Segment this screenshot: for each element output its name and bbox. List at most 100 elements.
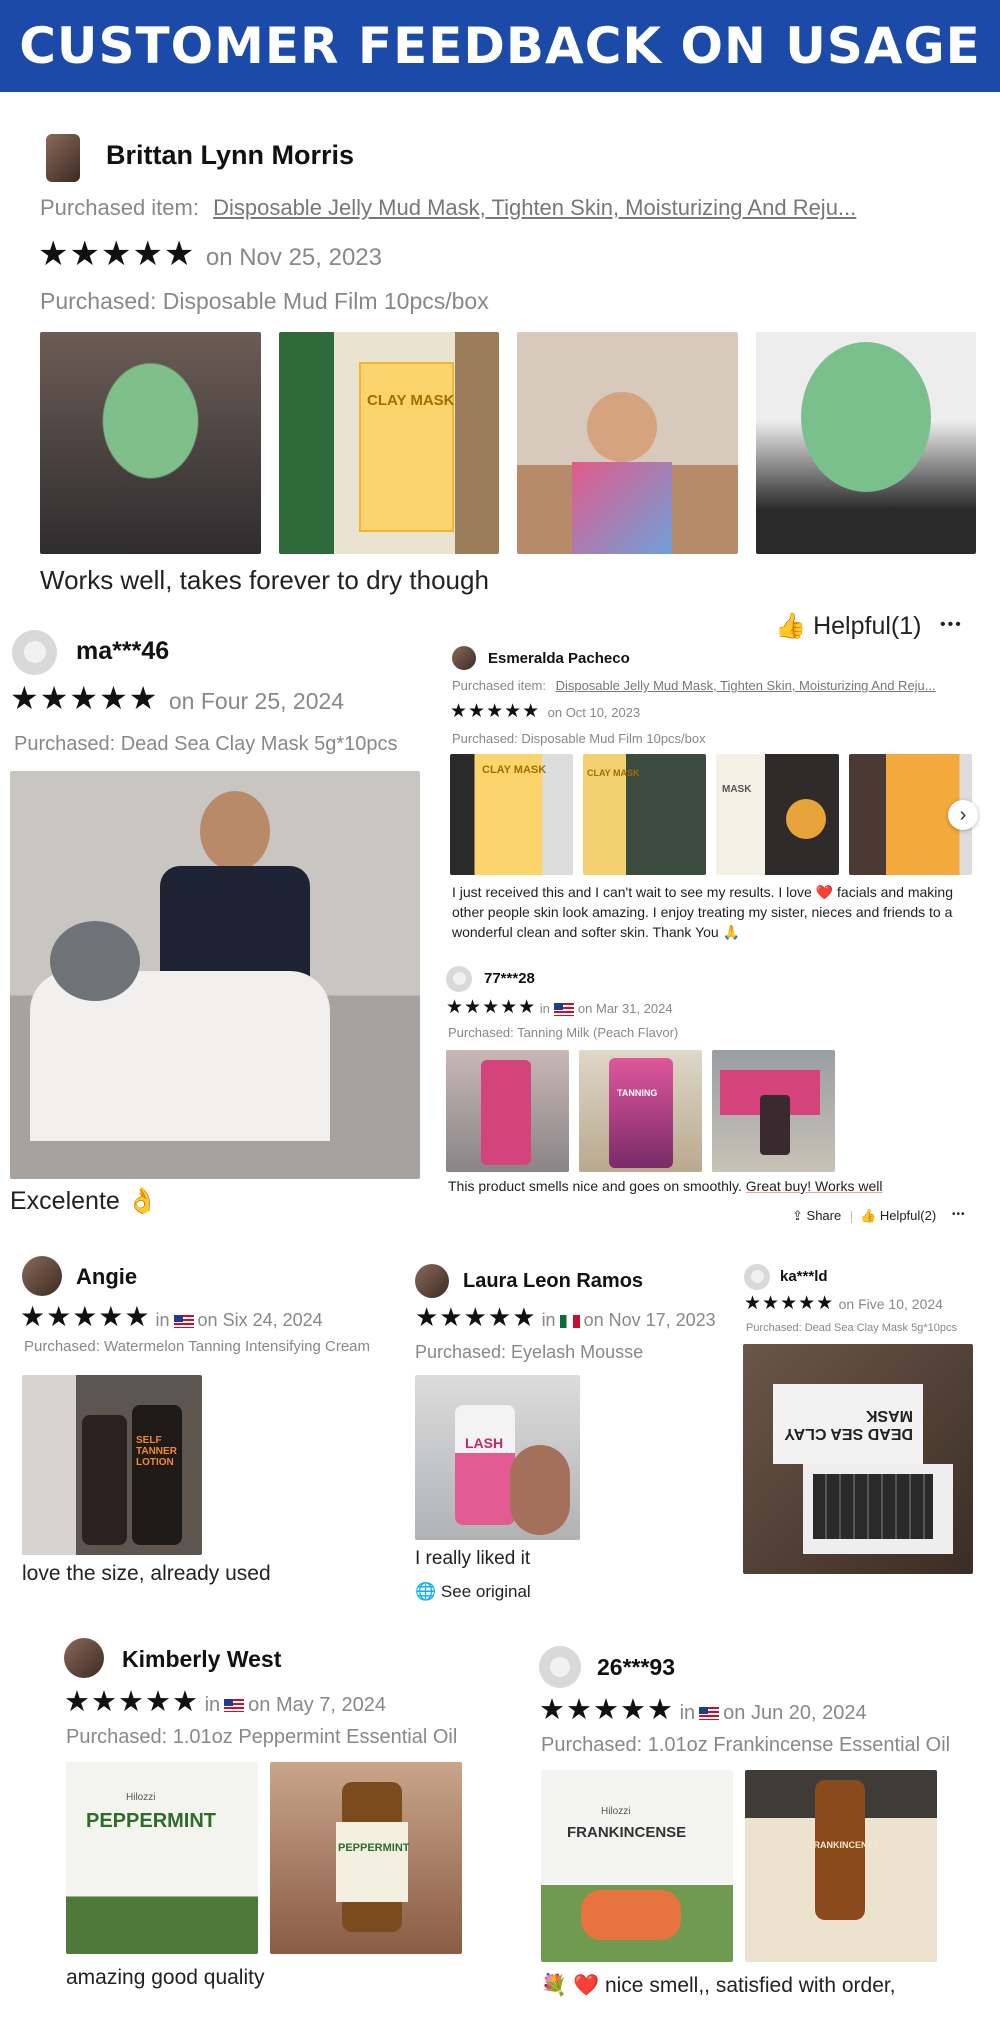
review-photo-1[interactable]: CLAY MASK	[450, 754, 573, 875]
review-comment: This product smells nice and goes on smo…	[448, 1178, 882, 1194]
review-photo-2[interactable]: FRANKINCENSE	[745, 1770, 937, 1962]
avatar[interactable]	[46, 134, 80, 182]
review-photo-1[interactable]	[40, 332, 261, 554]
review-comment-text: This product smells nice and goes on smo…	[448, 1178, 742, 1194]
review-photo[interactable]: DEAD SEA CLAY MASK	[743, 1344, 973, 1574]
star-rating: ★★★★★	[64, 1686, 199, 1718]
avatar[interactable]	[64, 1638, 104, 1678]
review-photo-2[interactable]: TANNING	[579, 1050, 702, 1172]
review-photo[interactable]: LASH	[415, 1375, 580, 1540]
purchased-variant: Purchased: Disposable Mud Film 10pcs/box	[452, 731, 706, 746]
purchased-variant: Purchased: 1.01oz Peppermint Essential O…	[66, 1726, 458, 1748]
review-photo-3[interactable]: MASK	[716, 754, 839, 875]
us-flag-icon	[173, 1314, 194, 1328]
review-comment: 💐 ❤️ nice smell,, satisfied with order,	[541, 1974, 896, 1997]
purchased-variant: Purchased: Disposable Mud Film 10pcs/box	[40, 288, 489, 314]
reviewer-name[interactable]: Esmeralda Pacheco	[488, 650, 630, 667]
purchased-item-label: Purchased item:	[40, 195, 199, 220]
review-photo[interactable]	[10, 771, 420, 1179]
review-date: on May 7, 2024	[248, 1694, 387, 1716]
review-photo-4[interactable]	[756, 332, 976, 554]
reviewer-name[interactable]: Brittan Lynn Morris	[106, 140, 354, 171]
review-card-3: Esmeralda Pacheco Purchased item: Dispos…	[440, 640, 1000, 940]
review-photo-3[interactable]	[517, 332, 738, 554]
avatar[interactable]	[446, 966, 472, 992]
review-photo-2[interactable]: CLAY MASK	[279, 332, 499, 554]
country-prefix: in	[204, 1694, 221, 1716]
review-comment: amazing good quality	[66, 1966, 265, 1989]
review-card-5: Angie ★★★★★ in on Six 24, 2024 Purchased:…	[0, 1250, 410, 1600]
review-photo-2[interactable]: CLAY MASK	[583, 754, 706, 875]
thumbs-up-icon: 👍	[860, 1208, 877, 1223]
us-flag-icon	[553, 1003, 574, 1017]
review-photo-1[interactable]: Hilozzi PEPPERMINT	[66, 1762, 258, 1954]
product-label: CLAY MASK	[587, 768, 640, 778]
country-prefix: in	[155, 1310, 170, 1330]
share-label: Share	[806, 1208, 842, 1223]
review-photo-3[interactable]	[712, 1050, 835, 1172]
thumbs-up-icon: 👍	[775, 612, 807, 640]
review-photo[interactable]: SELF TANNER LOTION	[22, 1375, 202, 1555]
rating-row: ★★★★★ in on Mar 31, 2024	[446, 996, 673, 1019]
page-banner: CUSTOMER FEEDBACK ON USAGE	[0, 0, 1000, 92]
country-prefix: in	[679, 1702, 696, 1724]
purchased-item-label: Purchased item:	[452, 678, 546, 693]
star-rating: ★★★★★	[539, 1694, 674, 1726]
product-label: LASH	[465, 1435, 504, 1451]
reviewer-name[interactable]: 26***93	[597, 1654, 675, 1681]
avatar[interactable]	[415, 1264, 449, 1298]
star-rating: ★★★★★	[744, 1293, 835, 1314]
rating-row: ★★★★★ in on Nov 17, 2023	[415, 1302, 716, 1333]
star-rating: ★★★★★	[450, 701, 541, 722]
rating-row: ★★★★★ in on May 7, 2024	[64, 1684, 386, 1719]
review-card-4: 77***28 ★★★★★ in on Mar 31, 2024 Purchase…	[440, 960, 1000, 1230]
banner-title: CUSTOMER FEEDBACK ON USAGE	[19, 17, 981, 75]
product-label-2: FRANKINCENSE	[808, 1840, 880, 1850]
reviewer-name[interactable]: ka***ld	[780, 1268, 828, 1285]
review-date: on Oct 10, 2023	[547, 705, 641, 720]
review-card-8: Kimberly West ★★★★★ in on May 7, 2024 Pur…	[60, 1632, 510, 2012]
brand-label: Hilozzi	[601, 1806, 631, 1817]
avatar[interactable]	[744, 1264, 770, 1290]
review-comment: I just received this and I can't wait to…	[452, 884, 953, 940]
avatar[interactable]	[539, 1646, 581, 1688]
review-card-2: ma***46 ★★★★★ on Four 25, 2024 Purchased…	[0, 625, 430, 1225]
review-date: on Five 10, 2024	[838, 1296, 943, 1312]
chevron-right-icon: ›	[959, 804, 967, 826]
purchased-variant: Purchased: Dead Sea Clay Mask 5g*10pcs	[746, 1322, 957, 1334]
share-button[interactable]: ⇪ Share	[792, 1208, 841, 1224]
avatar[interactable]	[22, 1256, 62, 1296]
helpful-button[interactable]: 👍 Helpful(2)	[860, 1208, 936, 1224]
helpful-count: Helpful(1)	[813, 612, 922, 640]
review-comment: Excelente 👌	[10, 1187, 158, 1215]
us-flag-icon	[699, 1707, 720, 1721]
star-rating: ★★★★★	[38, 235, 196, 273]
review-comment: Works well, takes forever to dry though	[40, 565, 489, 595]
purchased-variant: Purchased: Tanning Milk (Peach Flavor)	[448, 1025, 679, 1040]
more-options-icon[interactable]: •••	[952, 1209, 966, 1220]
reviewer-name[interactable]: Kimberly West	[122, 1646, 281, 1673]
purchased-variant: Purchased: Watermelon Tanning Intensifyi…	[24, 1338, 371, 1355]
avatar[interactable]	[12, 630, 57, 675]
mexico-flag-icon	[559, 1314, 580, 1328]
purchased-item-link[interactable]: Disposable Jelly Mud Mask, Tighten Skin,…	[556, 678, 936, 693]
avatar[interactable]	[452, 646, 476, 670]
review-photo-2[interactable]: PEPPERMINT	[270, 1762, 462, 1954]
reviewer-name[interactable]: Laura Leon Ramos	[463, 1270, 643, 1293]
review-date: on Four 25, 2024	[168, 688, 345, 714]
purchased-item-link[interactable]: Disposable Jelly Mud Mask, Tighten Skin,…	[213, 195, 856, 220]
review-photo-1[interactable]	[446, 1050, 569, 1172]
reviewer-name[interactable]: 77***28	[484, 970, 535, 987]
review-comment-highlight: Great buy! Works well	[745, 1178, 883, 1194]
review-date: on Jun 20, 2024	[723, 1702, 867, 1724]
product-label: TANNING	[617, 1088, 658, 1098]
helpful-button[interactable]: 👍 Helpful(1)	[775, 612, 921, 641]
review-comment: I really liked it	[415, 1548, 531, 1569]
product-label: DEAD SEA CLAY MASK	[784, 1407, 913, 1442]
reviewer-name[interactable]: ma***46	[76, 637, 169, 666]
next-arrow-button[interactable]: ›	[948, 800, 978, 830]
see-original-link[interactable]: 🌐 See original	[415, 1582, 531, 1602]
review-photo-1[interactable]: Hilozzi FRANKINCENSE	[541, 1770, 733, 1962]
more-options-icon[interactable]: •••	[940, 616, 963, 634]
reviewer-name[interactable]: Angie	[76, 1264, 137, 1290]
